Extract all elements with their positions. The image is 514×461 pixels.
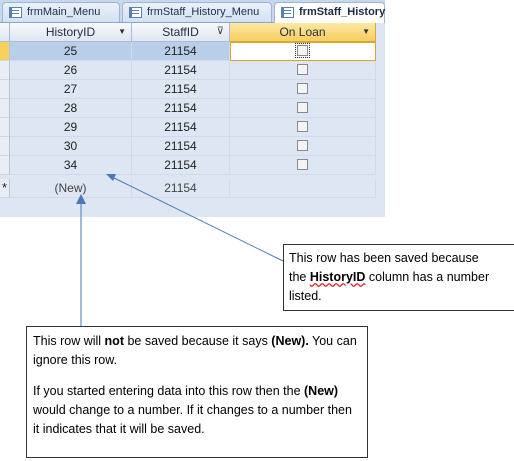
callout-text: If you started entering data into this r… bbox=[33, 384, 304, 398]
callout-bold-text: (New). bbox=[271, 334, 309, 348]
callout-text: listed. bbox=[289, 289, 322, 303]
arrow-head bbox=[76, 194, 86, 204]
callout-text: This row has been saved because bbox=[289, 251, 479, 265]
callout-text: be saved because it says bbox=[123, 334, 272, 348]
callout-bold-text: HistoryID bbox=[309, 270, 366, 284]
callout-text: column has a number bbox=[365, 270, 490, 284]
callout-text: would change to a number. If it changes … bbox=[33, 403, 352, 436]
callout-bold-text: (New) bbox=[304, 384, 339, 398]
callout-bold-text: not bbox=[104, 334, 124, 348]
callout-text: This row will bbox=[33, 334, 105, 348]
callout-text: the bbox=[289, 270, 310, 284]
callout-new-row: This row will not be saved because it sa… bbox=[26, 326, 368, 458]
arrow-to-saved-row bbox=[111, 176, 284, 262]
callout-saved-row: This row has been saved because the Hist… bbox=[283, 244, 514, 311]
arrow-head bbox=[106, 174, 116, 181]
